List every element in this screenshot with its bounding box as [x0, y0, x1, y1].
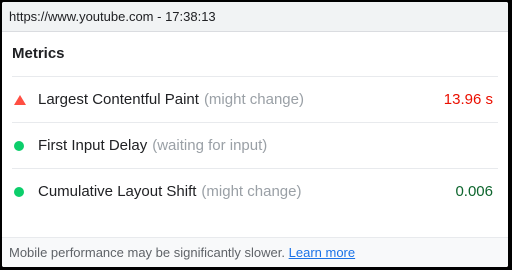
dot-shape: [14, 140, 24, 151]
status-dot-icon: [12, 186, 38, 197]
dot-shape: [14, 186, 24, 197]
web-vitals-popup: https://www.youtube.com - 17:38:13 Metri…: [2, 2, 508, 267]
panel-title: Metrics: [12, 45, 65, 62]
metric-value: 0.006: [455, 183, 493, 200]
footer-note: Mobile performance may be significantly …: [2, 237, 508, 267]
metric-row-lcp: Largest Contentful Paint (might change) …: [12, 76, 498, 122]
status-dot-icon: [12, 140, 38, 151]
metric-name: Largest Contentful Paint: [38, 91, 199, 108]
metric-name: First Input Delay: [38, 137, 148, 154]
metric-row-cls: Cumulative Layout Shift (might change) 0…: [12, 168, 498, 214]
metric-name: Cumulative Layout Shift: [38, 183, 197, 200]
triangle-shape: [14, 94, 26, 105]
metric-row-fid: First Input Delay (waiting for input): [12, 122, 498, 168]
metric-value: 13.96 s: [443, 91, 493, 108]
metric-note: (waiting for input): [152, 137, 268, 154]
page-url-timestamp: https://www.youtube.com - 17:38:13: [2, 2, 508, 32]
metric-list: Largest Contentful Paint (might change) …: [12, 76, 498, 214]
metrics-panel: Metrics Largest Contentful Paint (might …: [2, 32, 508, 214]
metric-note: (might change): [201, 183, 302, 200]
learn-more-link[interactable]: Learn more: [289, 245, 355, 260]
metric-note: (might change): [203, 91, 304, 108]
footer-text: Mobile performance may be significantly …: [9, 245, 286, 260]
warning-triangle-icon: [12, 94, 38, 105]
